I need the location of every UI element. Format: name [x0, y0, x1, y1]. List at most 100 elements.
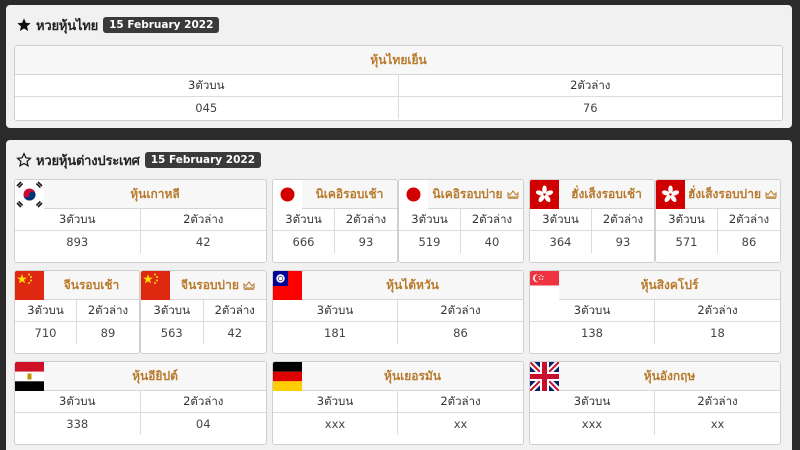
hongkong-flag-icon	[530, 180, 559, 209]
bottom2-value: 93	[615, 235, 631, 249]
top3-value: 181	[273, 322, 398, 344]
top3-value: xxx	[530, 413, 655, 435]
top3-value: 045	[15, 97, 399, 119]
bottom2-value: 42	[195, 235, 211, 249]
lottery-card-korea: หุ้นเกาหลี 3ตัวบน 2ตัวล่าง 893 42	[14, 179, 267, 263]
bottom2-label: 2ตัวล่าง	[398, 391, 523, 413]
bottom2-value: 42	[227, 326, 243, 340]
top3-value: 138	[530, 322, 655, 344]
japan-flag-icon	[399, 180, 428, 209]
china-flag-icon	[141, 271, 170, 300]
top3-value: 364	[530, 231, 592, 253]
japan-flag-icon	[273, 180, 302, 209]
top3-value: xxx	[273, 413, 398, 435]
star-outline-icon	[16, 152, 32, 167]
card-title: จีนรอบเช้า	[63, 277, 120, 292]
top3-label: 3ตัวบน	[530, 300, 655, 322]
thai-panel-title: หวยหุ้นไทย	[36, 18, 99, 34]
bottom2-value: 86	[741, 235, 757, 249]
lottery-card-germany: หุ้นเยอรมัน 3ตัวบน 2ตัวล่าง xxx xx	[272, 361, 524, 445]
uk-flag-icon	[530, 362, 559, 391]
bottom2-value: 18	[710, 326, 725, 340]
thai-lottery-panel: หวยหุ้นไทย 15 February 2022 หุ้นไทยเย็น …	[6, 5, 792, 128]
card-title: หุ้นเกาหลี	[130, 186, 180, 201]
card-title: หุ้นอียิปต์	[132, 368, 178, 383]
card-title: นิเคอิรอบบ่าย	[432, 186, 503, 201]
bottom2-value: 86	[453, 326, 468, 340]
korea-flag-icon	[15, 180, 44, 209]
foreign-panel-title: หวยหุ้นต่างประเทศ	[36, 153, 140, 169]
bottom2-label: 2ตัวล่าง	[398, 300, 523, 322]
bottom2-label: 2ตัวล่าง	[655, 300, 780, 322]
foreign-panel-header: หวยหุ้นต่างประเทศ 15 February 2022	[16, 150, 262, 170]
bottom2-label: 2ตัวล่าง	[140, 209, 266, 231]
card-title: จีนรอบบ่าย	[181, 277, 239, 292]
top3-value: 666	[273, 231, 335, 253]
top3-value: 571	[656, 231, 718, 253]
thai-date-badge: 15 February 2022	[103, 17, 220, 33]
bottom2-label: 2ตัวล่าง	[203, 300, 266, 322]
lottery-card-uk: หุ้นอังกฤษ 3ตัวบน 2ตัวล่าง xxx xx	[529, 361, 781, 445]
china-flag-icon	[15, 271, 44, 300]
foreign-date-badge: 15 February 2022	[144, 152, 262, 168]
card-title: นิเคอิรอบเช้า	[315, 186, 384, 201]
top3-label: 3ตัวบน	[530, 391, 655, 413]
top3-label: 3ตัวบน	[656, 209, 718, 231]
taiwan-flag-icon	[273, 271, 302, 300]
top3-value: 710	[15, 322, 77, 344]
card-title: หุ้นอังกฤษ	[643, 368, 696, 383]
card-title: หุ้นไทยเย็น	[370, 52, 427, 67]
crown-icon	[243, 280, 255, 290]
card-title: ฮั่งเส็งรอบเช้า	[571, 186, 642, 201]
bottom2-label: 2ตัวล่าง	[140, 391, 266, 413]
top3-label: 3ตัวบน	[273, 300, 398, 322]
foreign-lottery-panel: หวยหุ้นต่างประเทศ 15 February 2022 หุ้นเ…	[6, 140, 792, 450]
lottery-card-japan: นิเคอิรอบบ่าย 3ตัวบน 2ตัวล่าง 519 40	[398, 179, 524, 263]
top3-value: 519	[399, 231, 461, 253]
lottery-card-china: จีนรอบเช้า 3ตัวบน 2ตัวล่าง 710 89	[14, 270, 140, 354]
top3-value: 893	[15, 231, 141, 253]
bottom2-value: 93	[358, 235, 374, 249]
bottom2-label: 2ตัวล่าง	[655, 391, 780, 413]
bottom2-label: 2ตัวล่าง	[77, 300, 139, 322]
star-filled-icon	[17, 18, 31, 31]
bottom2-value: 40	[484, 235, 500, 249]
card-title: หุ้นสิงคโปร์	[640, 277, 699, 292]
lottery-card-egypt: หุ้นอียิปต์ 3ตัวบน 2ตัวล่าง 338 04	[14, 361, 267, 445]
top3-label: 3ตัวบน	[273, 209, 335, 231]
lottery-card-taiwan: หุ้นไต้หวัน 3ตัวบน 2ตัวล่าง 181 86	[272, 270, 524, 354]
top3-label: 3ตัวบน	[399, 209, 461, 231]
card-title: ฮั่งเส็งรอบบ่าย	[687, 186, 762, 201]
card-title: หุ้นเยอรมัน	[383, 368, 441, 383]
lottery-card-japan: นิเคอิรอบเช้า 3ตัวบน 2ตัวล่าง 666 93	[272, 179, 398, 263]
bottom2-value: 89	[100, 326, 116, 340]
bottom2-label: 2ตัวล่าง	[718, 209, 780, 231]
top3-label: 3ตัวบน	[141, 300, 204, 322]
top3-value: 563	[141, 322, 204, 344]
crown-icon	[507, 189, 519, 199]
bottom2-label: 2ตัวล่าง	[335, 209, 397, 231]
bottom2-value: xx	[710, 417, 725, 431]
germany-flag-icon	[273, 362, 302, 391]
bottom2-label: 2ตัวล่าง	[592, 209, 654, 231]
crown-icon	[765, 189, 777, 199]
egypt-flag-icon	[15, 362, 44, 391]
thai-panel-header: หวยหุ้นไทย 15 February 2022	[16, 15, 220, 35]
card-title: หุ้นไต้หวัน	[386, 277, 439, 292]
bottom2-value: 76	[582, 101, 598, 115]
bottom2-label: 2ตัวล่าง	[461, 209, 523, 231]
top3-label: 3ตัวบน	[15, 300, 77, 322]
card-thai-evening: หุ้นไทยเย็น 3ตัวบน 2ตัวล่าง 045 76	[14, 45, 783, 121]
hongkong-flag-icon	[656, 180, 685, 209]
bottom2-label: 2ตัวล่าง	[398, 75, 782, 97]
top3-label: 3ตัวบน	[15, 391, 141, 413]
lottery-card-china: จีนรอบบ่าย 3ตัวบน 2ตัวล่าง 563 42	[140, 270, 267, 354]
singapore-flag-icon	[530, 271, 559, 300]
top3-label: 3ตัวบน	[530, 209, 592, 231]
lottery-card-singapore: หุ้นสิงคโปร์ 3ตัวบน 2ตัวล่าง 138 18	[529, 270, 781, 354]
lottery-card-hongkong: ฮั่งเส็งรอบบ่าย 3ตัวบน 2ตัวล่าง 571 86	[655, 179, 781, 263]
top3-value: 338	[15, 413, 141, 435]
top3-label: 3ตัวบน	[15, 75, 399, 97]
bottom2-value: xx	[453, 417, 468, 431]
top3-label: 3ตัวบน	[15, 209, 141, 231]
